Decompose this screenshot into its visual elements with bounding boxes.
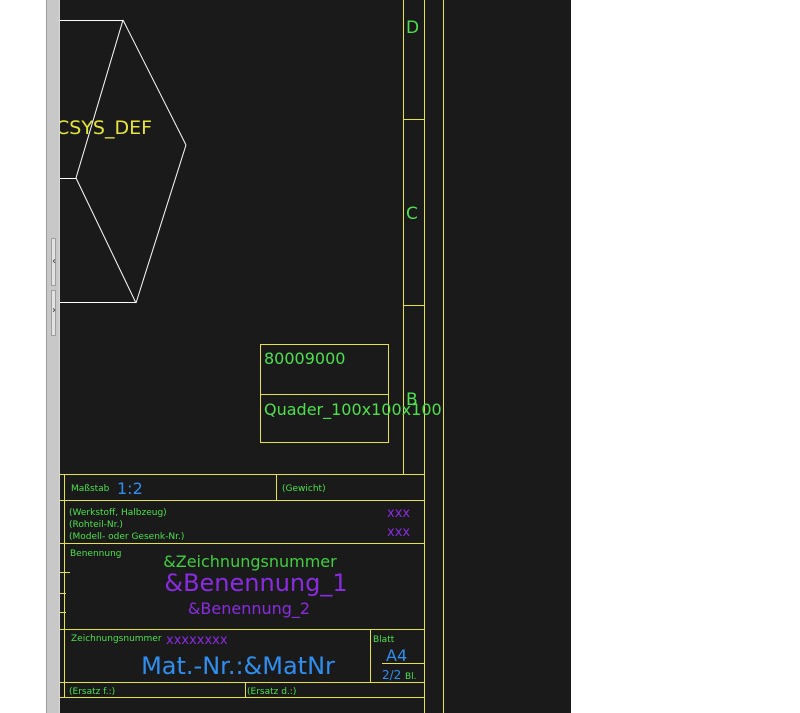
zone-label-c: C — [406, 204, 418, 224]
cube-edge[interactable] — [75, 177, 137, 304]
sheet-bl-label: Bl. — [405, 672, 417, 682]
zeichnungsnummer-value: xxxxxxxx — [166, 633, 228, 648]
rohteil-value: xxx — [387, 525, 410, 540]
rohteil-label: (Rohteil-Nr.) — [69, 520, 123, 530]
cube-edge[interactable] — [135, 144, 187, 304]
zone-label-d: D — [406, 18, 419, 38]
gewicht-label: (Gewicht) — [282, 484, 326, 494]
cube-geometry[interactable] — [60, 19, 187, 304]
empty-workspace — [571, 0, 800, 713]
ersatz-fuer-label: (Ersatz f.:) — [69, 687, 115, 697]
cube-edge[interactable] — [75, 19, 124, 179]
part-name: Quader_100x100x100 — [264, 400, 442, 420]
drawing-canvas[interactable]: D C B CSYS_DEF 80009000 Quader_100x100x1… — [60, 0, 571, 713]
sheet-frame — [403, 0, 444, 713]
collapse-panel-button[interactable]: ‹ — [47, 254, 61, 270]
benennung-label: Benennung — [70, 549, 121, 559]
drawing-sheet: D C B CSYS_DEF 80009000 Quader_100x100x1… — [60, 0, 444, 713]
massstab-value: 1:2 — [117, 479, 143, 498]
sheet-format: A4 — [386, 646, 407, 665]
left-margin — [0, 0, 46, 713]
side-panel-splitter[interactable]: ‹ › — [46, 0, 60, 713]
werkstoff-value: xxx — [387, 506, 410, 521]
expand-panel-button[interactable]: › — [47, 303, 61, 319]
material-number: Mat.-Nr.:&MatNr — [141, 652, 335, 680]
werkstoff-label: (Werkstoff, Halbzeug) — [69, 508, 167, 518]
ersatz-durch-label: (Ersatz d.:) — [247, 687, 296, 697]
blatt-label: Blatt — [373, 635, 395, 645]
benennung-2: &Benennung_2 — [188, 599, 310, 619]
massstab-label: Maßstab — [71, 484, 110, 494]
modell-label: (Modell- oder Gesenk-Nr.) — [69, 532, 184, 542]
part-number: 80009000 — [264, 349, 345, 368]
sheet-number: 2/2 — [382, 668, 401, 682]
zeichnungsnummer-label: Zeichnungsnummer — [71, 634, 162, 644]
benennung-1: &Benennung_1 — [164, 569, 347, 597]
csys-label: CSYS_DEF — [60, 117, 152, 139]
